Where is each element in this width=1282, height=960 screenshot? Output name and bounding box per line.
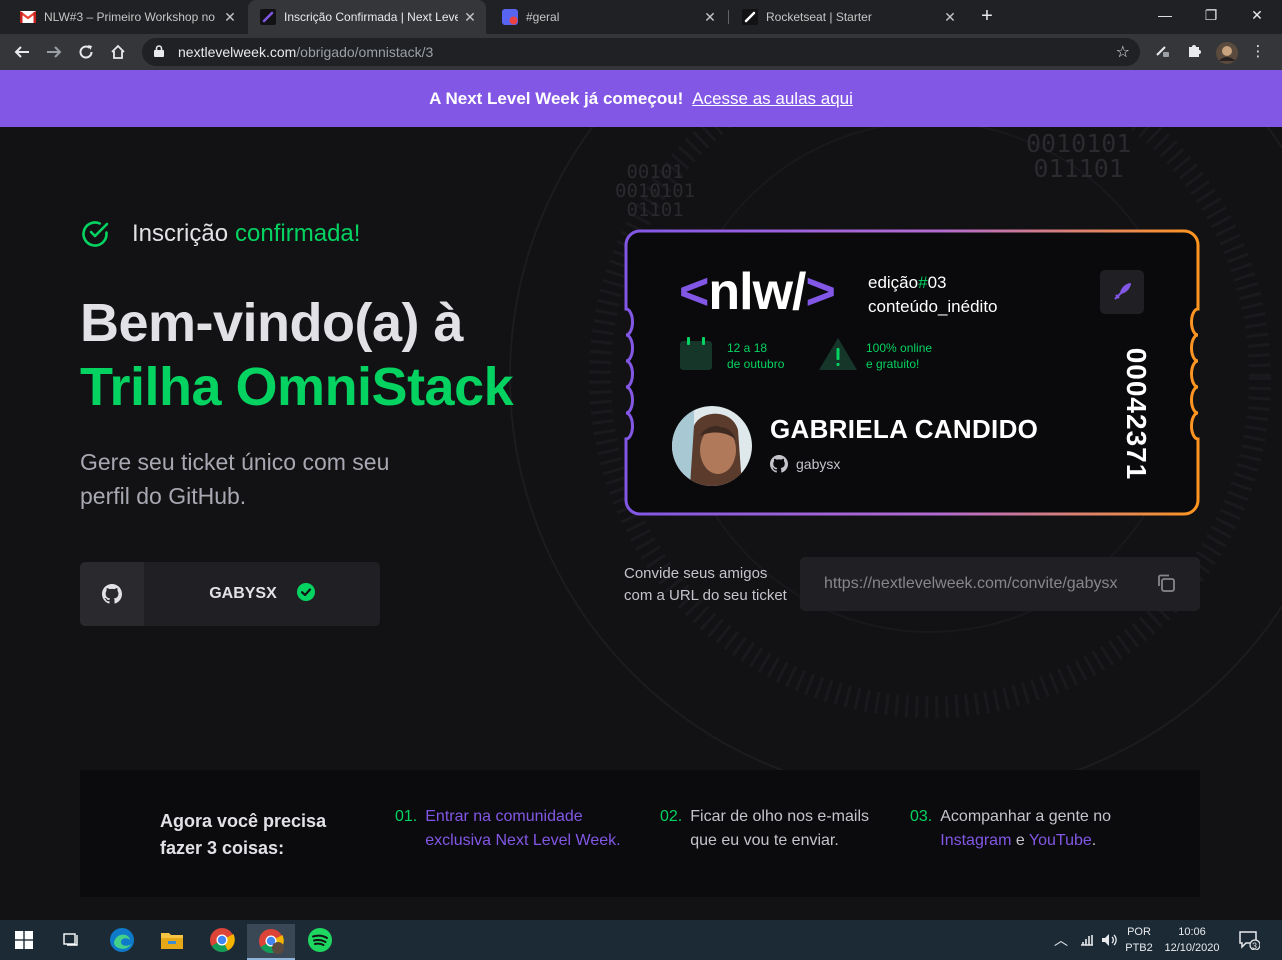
tab-discord[interactable]: #geral ✕ (490, 0, 726, 34)
confirm-prefix: Inscrição (132, 220, 229, 247)
back-button[interactable] (10, 40, 34, 64)
file-explorer-icon[interactable] (148, 922, 196, 958)
binary-decoration: 00101 0010101 01101 (615, 161, 696, 221)
tab-title: NLW#3 – Primeiro Workshop no (44, 10, 215, 24)
spotify-icon[interactable] (296, 922, 344, 958)
forward-button[interactable] (42, 40, 66, 64)
close-window-icon[interactable]: ✕ (1234, 0, 1280, 32)
tab-gmail[interactable]: NLW#3 – Primeiro Workshop no ✕ (8, 0, 246, 34)
step-3: 03. Acompanhar a gente no Instagram e You… (910, 808, 1112, 849)
reload-button[interactable] (74, 40, 98, 64)
community-link[interactable]: Entrar na comunidade exclusiva Next Level… (425, 805, 620, 853)
github-icon (770, 455, 788, 473)
invite-url: https://nextlevelweek.com/convite/gabysx (824, 575, 1118, 592)
github-user-box: GABYSX (80, 562, 380, 626)
confirm-suffix: confirmada! (235, 220, 361, 247)
confirmation-line: Inscrição confirmada! (80, 219, 360, 249)
edge-icon[interactable] (98, 922, 146, 958)
edition-info: edição#03 conteúdo_inédito (868, 271, 998, 319)
browser-toolbar: nextlevelweek.com/obrigado/omnistack/3 ☆… (0, 34, 1282, 70)
page-title-line1: Bem-vindo(a) à (80, 293, 464, 353)
tab-title: #geral (526, 10, 560, 24)
close-tab-icon[interactable]: ✕ (222, 9, 238, 25)
event-dates: 12 a 18 de outubro (679, 337, 784, 375)
notification-count: 3 (1252, 941, 1258, 951)
copy-icon[interactable] (1156, 573, 1176, 598)
browser-tabbar: NLW#3 – Primeiro Workshop no ✕ Inscrição… (0, 0, 1282, 34)
invite-label: Convide seus amigos com a URL do seu tic… (624, 565, 787, 604)
ticket-card: <nlw/> edição#03 conteúdo_inédito 12 a 1… (624, 229, 1200, 516)
notification-center-icon[interactable]: 3 (1234, 920, 1264, 960)
nlw-logo: <nlw/> (679, 263, 836, 321)
minimize-icon[interactable]: — (1142, 0, 1188, 32)
tab-title: Rocketseat | Starter (766, 10, 872, 24)
binary-decoration: 0010101 011101 (1026, 129, 1132, 183)
windows-taskbar: ︿ POR PTB2 10:06 12/10/2020 3 (0, 920, 1282, 960)
chrome-icon[interactable] (198, 922, 246, 958)
close-tab-icon[interactable]: ✕ (942, 9, 958, 25)
tab-ticket[interactable]: Inscrição Confirmada | Next Level ✕ (248, 0, 486, 34)
gmail-icon (20, 9, 36, 25)
close-tab-icon[interactable]: ✕ (702, 9, 718, 25)
new-tab-button[interactable]: + (976, 5, 998, 27)
chrome-profile-icon[interactable] (247, 924, 295, 960)
volume-icon[interactable] (1099, 920, 1119, 960)
network-icon[interactable] (1077, 920, 1097, 960)
instagram-link[interactable]: Instagram (940, 832, 1011, 849)
restore-icon[interactable]: ❐ (1188, 0, 1234, 32)
windows-start-icon[interactable] (0, 922, 48, 958)
rocketseat-icon (742, 9, 758, 25)
event-format: 100% online e gratuito! (818, 337, 932, 375)
task-view-icon[interactable] (48, 922, 96, 958)
browser-menu-icon[interactable]: ⋮ (1248, 42, 1268, 62)
discord-icon (502, 9, 518, 25)
ticket-user-login: gabysx (770, 455, 840, 473)
eyedropper-extension-icon[interactable] (1152, 42, 1172, 62)
address-bar[interactable]: nextlevelweek.com/obrigado/omnistack/3 ☆ (142, 38, 1140, 66)
check-circle-icon (80, 219, 110, 249)
banner-text: A Next Level Week já começou! (429, 88, 684, 108)
next-steps-panel: Agora você precisa fazer 3 coisas: 01. E… (80, 770, 1200, 897)
extensions-puzzle-icon[interactable] (1184, 42, 1204, 62)
step-1: 01. Entrar na comunidade exclusiva Next L… (395, 805, 621, 853)
invite-url-field[interactable]: https://nextlevelweek.com/convite/gabysx (800, 557, 1200, 611)
page-content: 00101 0010101 01101 0010101 011101 Inscriçã… (0, 127, 1282, 920)
url-host: nextlevelweek.com (178, 44, 297, 60)
youtube-link[interactable]: YouTube (1029, 832, 1092, 849)
ticket-user-name: GABRIELA CANDIDO (770, 414, 1039, 444)
ticket-number: 00042371 (1121, 347, 1152, 481)
tray-chevron-icon[interactable]: ︿ (1050, 920, 1072, 960)
clock[interactable]: 10:06 12/10/2020 (1160, 920, 1224, 960)
github-username: GABYSX (209, 585, 277, 602)
profile-avatar[interactable] (1216, 42, 1238, 64)
input-language[interactable]: POR PTB2 (1122, 920, 1156, 960)
announcement-banner: A Next Level Week já começou! Acesse as … (0, 70, 1282, 127)
close-tab-icon[interactable]: ✕ (462, 9, 478, 25)
home-button[interactable] (106, 40, 130, 64)
step-2: 02. Ficar de olho nos e-mails que eu vou … (660, 808, 869, 849)
bookmark-star-icon[interactable]: ☆ (1116, 42, 1130, 62)
url-path: /obrigado/omnistack/3 (296, 44, 434, 60)
calendar-icon (679, 337, 717, 375)
rocketseat-icon (260, 9, 276, 25)
page-title-line2: Trilha OmniStack (80, 357, 514, 417)
github-icon (80, 562, 144, 626)
content-label: conteúdo_inédito (868, 297, 998, 316)
verified-check-icon (296, 582, 315, 606)
lock-icon (154, 44, 168, 60)
tab-rocketseat[interactable]: Rocketseat | Starter ✕ (730, 0, 966, 34)
banner-link[interactable]: Acesse as aulas aqui (692, 89, 853, 109)
steps-heading: Agora você precisa fazer 3 coisas: (160, 811, 327, 858)
rocket-icon (1100, 270, 1144, 314)
tab-title: Inscrição Confirmada | Next Level (284, 10, 458, 24)
user-avatar (672, 406, 752, 486)
alert-triangle-icon (818, 337, 857, 375)
page-subtitle: Gere seu ticket único com seu perfil do … (80, 449, 390, 509)
tab-separator (728, 10, 729, 24)
